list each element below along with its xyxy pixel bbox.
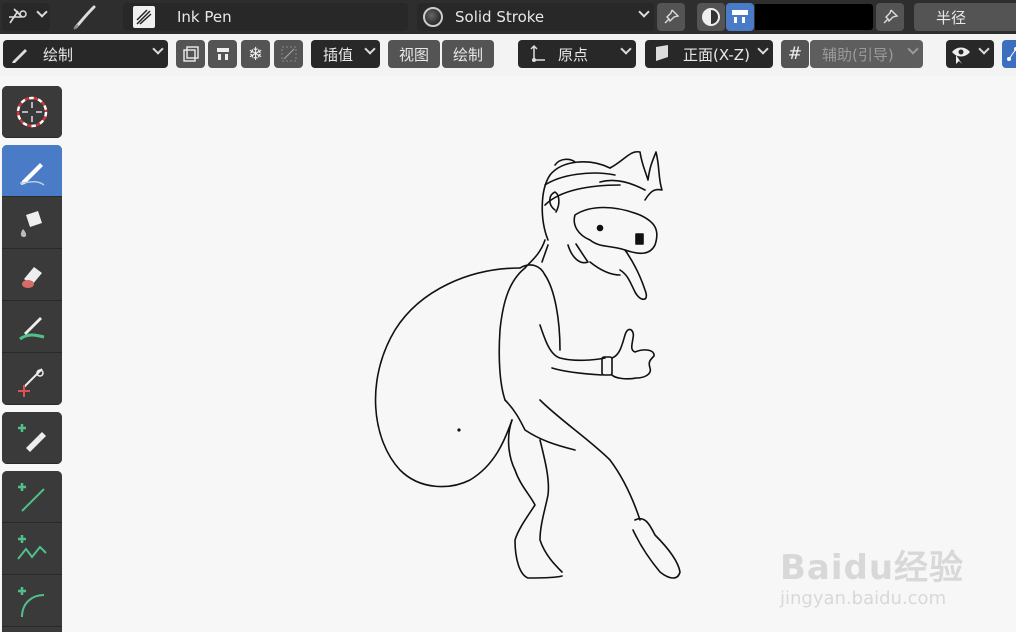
line-tool[interactable] — [2, 471, 62, 523]
pencil-icon — [19, 162, 45, 186]
radius-field[interactable]: 半径 — [914, 3, 1016, 31]
origin-label: 原点 — [558, 45, 589, 64]
eyedropper-tool-group — [2, 412, 62, 464]
view-label: 视图 — [398, 45, 429, 64]
line-icon — [18, 482, 45, 512]
cursor-icon — [16, 96, 48, 127]
arc-icon — [18, 586, 45, 617]
eyedropper-icon — [18, 423, 46, 452]
guides-toggle[interactable]: # — [781, 40, 809, 68]
brush-name-field[interactable]: Ink Pen — [123, 3, 408, 31]
cutter-icon — [18, 367, 44, 397]
tool-settings-bar: 绘制 ❄ 插值 视图 绘制 原点 正面(X-Z) # 辅助(引导) — [0, 34, 1016, 76]
watermark-url: jingyan.baidu.com — [780, 588, 947, 609]
draw-tool-group — [2, 145, 62, 405]
vertex-paint-icon — [732, 10, 748, 23]
draw-menu[interactable]: 绘制 — [442, 40, 494, 68]
view-menu[interactable]: 视图 — [388, 40, 440, 68]
color-swatch[interactable] — [755, 4, 873, 30]
origin-selector[interactable]: 原点 — [518, 40, 636, 68]
polyline-icon — [17, 534, 47, 560]
cutter-tool[interactable] — [2, 353, 62, 405]
paint-bucket-icon — [20, 210, 42, 237]
material-sphere-icon — [423, 7, 443, 27]
arc-tool[interactable] — [2, 575, 62, 627]
clean-icon — [216, 48, 229, 60]
plane-selector[interactable]: 正面(X-Z) — [645, 40, 773, 68]
half-circle-icon — [702, 8, 720, 26]
guides-menu[interactable]: 辅助(引导) — [810, 40, 923, 68]
header-bar: Ink Pen Solid Stroke 半径 — [0, 0, 1016, 34]
draw-label: 绘制 — [452, 45, 483, 64]
material-name: Solid Stroke — [455, 8, 545, 26]
overlay-dropdown[interactable] — [946, 40, 994, 68]
grid-icon: # — [787, 44, 803, 64]
cursor-tool[interactable] — [2, 86, 62, 138]
color-mode-button[interactable] — [697, 3, 725, 31]
snowflake-icon: ❄ — [247, 43, 264, 65]
material-selector[interactable]: Solid Stroke — [417, 3, 654, 31]
tool-shelf — [0, 76, 66, 632]
guides-label: 辅助(引导) — [822, 45, 894, 64]
plane-icon — [656, 45, 668, 61]
origin-axis-icon — [530, 44, 545, 62]
cursor-tool-group — [2, 86, 62, 138]
mode-selector[interactable]: 绘制 — [3, 40, 168, 68]
layers-icon — [182, 46, 199, 62]
autoclean-button[interactable] — [208, 40, 237, 68]
brush-preview-icon — [133, 6, 155, 28]
brush-name: Ink Pen — [177, 8, 232, 26]
watermark-brand: Baidu经验 — [780, 548, 965, 588]
snap-button[interactable] — [1002, 40, 1016, 68]
polyline-tool[interactable] — [2, 523, 62, 575]
erase-tool[interactable] — [2, 249, 62, 301]
radius-label: 半径 — [936, 8, 967, 27]
brush-pencil-icon[interactable] — [66, 2, 104, 32]
vertex-color-button[interactable] — [726, 3, 754, 31]
eye-cursor-icon — [952, 47, 970, 64]
lock-button[interactable] — [274, 40, 303, 68]
snap-icon — [1007, 47, 1016, 61]
eraser-icon — [22, 266, 42, 288]
interpolate-label: 插值 — [323, 45, 354, 64]
pin-material-button[interactable] — [657, 3, 685, 31]
dashed-curve-icon — [281, 46, 296, 62]
interpolate-menu[interactable]: 插值 — [311, 40, 380, 68]
tint-tool[interactable] — [2, 301, 62, 353]
multiframe-button[interactable] — [176, 40, 205, 68]
mode-label: 绘制 — [43, 45, 74, 64]
pin-color-button[interactable] — [876, 3, 904, 31]
plane-label: 正面(X-Z) — [683, 45, 750, 64]
editor-type-selector[interactable] — [2, 3, 50, 31]
pin-icon — [664, 9, 680, 24]
eyedropper-tool[interactable] — [2, 412, 62, 464]
grease-pencil-mode-icon — [9, 8, 27, 24]
primitive-tool-group — [2, 471, 62, 632]
pin-icon — [883, 9, 899, 24]
fill-tool[interactable] — [2, 197, 62, 249]
brush-tint-icon — [19, 316, 45, 340]
freeze-button[interactable]: ❄ — [241, 40, 270, 68]
pencil-icon — [12, 49, 27, 63]
draw-tool[interactable] — [2, 145, 62, 197]
